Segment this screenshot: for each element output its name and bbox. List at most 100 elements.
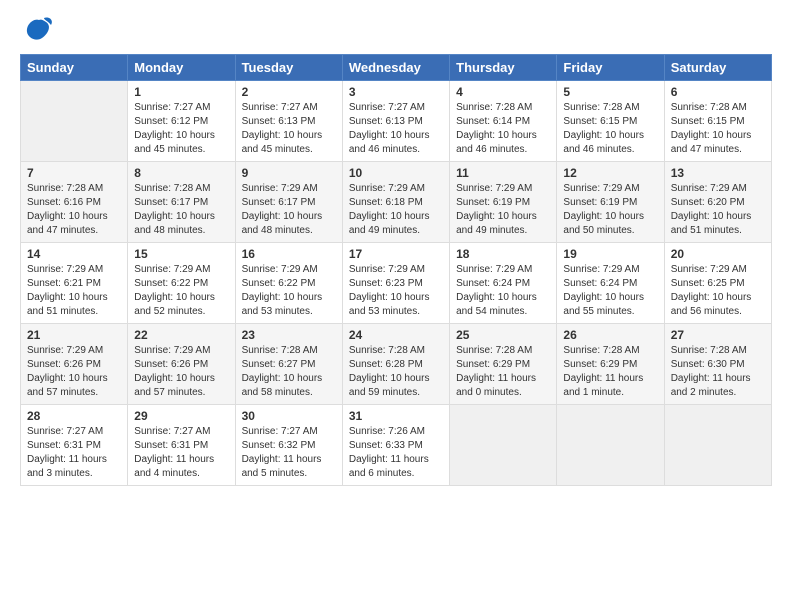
- day-info: Sunrise: 7:28 AM Sunset: 6:15 PM Dayligh…: [671, 101, 765, 157]
- calendar-day-cell: 15 Sunrise: 7:29 AM Sunset: 6:22 PM Dayli…: [128, 243, 235, 324]
- day-info: Sunrise: 7:27 AM Sunset: 6:32 PM Dayligh…: [242, 425, 336, 481]
- calendar-day-cell: 9 Sunrise: 7:29 AM Sunset: 6:17 PM Daylig…: [235, 162, 342, 243]
- calendar-day-cell: 20 Sunrise: 7:29 AM Sunset: 6:25 PM Dayli…: [664, 243, 771, 324]
- day-number: 12: [563, 166, 657, 180]
- day-info: Sunrise: 7:29 AM Sunset: 6:24 PM Dayligh…: [563, 263, 657, 319]
- day-number: 19: [563, 247, 657, 261]
- calendar-day-cell: 28 Sunrise: 7:27 AM Sunset: 6:31 PM Dayli…: [21, 405, 128, 486]
- calendar-day-cell: 7Sunrise: 7:28 AM Sunset: 6:16 PM Daylig…: [21, 162, 128, 243]
- day-number: 8: [134, 166, 228, 180]
- calendar-week-row: 21Sunrise: 7:29 AM Sunset: 6:26 PM Dayli…: [21, 324, 772, 405]
- day-number: 26: [563, 328, 657, 342]
- day-number: 17: [349, 247, 443, 261]
- day-info: Sunrise: 7:29 AM Sunset: 6:25 PM Dayligh…: [671, 263, 765, 319]
- weekday-header-monday: Monday: [128, 55, 235, 81]
- calendar-day-cell: 11 Sunrise: 7:29 AM Sunset: 6:19 PM Dayli…: [450, 162, 557, 243]
- day-info: Sunrise: 7:28 AM Sunset: 6:29 PM Dayligh…: [456, 344, 550, 400]
- day-number: 27: [671, 328, 765, 342]
- day-info: Sunrise: 7:28 AM Sunset: 6:30 PM Dayligh…: [671, 344, 765, 400]
- day-number: 22: [134, 328, 228, 342]
- day-number: 9: [242, 166, 336, 180]
- calendar-week-row: 7Sunrise: 7:28 AM Sunset: 6:16 PM Daylig…: [21, 162, 772, 243]
- calendar-day-cell: 13 Sunrise: 7:29 AM Sunset: 6:20 PM Dayli…: [664, 162, 771, 243]
- day-info: Sunrise: 7:27 AM Sunset: 6:12 PM Dayligh…: [134, 101, 228, 157]
- weekday-header-tuesday: Tuesday: [235, 55, 342, 81]
- calendar-day-cell: 1 Sunrise: 7:27 AM Sunset: 6:12 PM Daylig…: [128, 81, 235, 162]
- day-info: Sunrise: 7:29 AM Sunset: 6:19 PM Dayligh…: [563, 182, 657, 238]
- calendar-day-cell: 3 Sunrise: 7:27 AM Sunset: 6:13 PM Daylig…: [342, 81, 449, 162]
- day-info: Sunrise: 7:27 AM Sunset: 6:31 PM Dayligh…: [27, 425, 121, 481]
- calendar-day-cell: 6 Sunrise: 7:28 AM Sunset: 6:15 PM Daylig…: [664, 81, 771, 162]
- day-number: 14: [27, 247, 121, 261]
- header: [20, 16, 772, 44]
- calendar-day-cell: [21, 81, 128, 162]
- calendar-day-cell: 29Sunrise: 7:27 AM Sunset: 6:31 PM Dayli…: [128, 405, 235, 486]
- day-info: Sunrise: 7:29 AM Sunset: 6:17 PM Dayligh…: [242, 182, 336, 238]
- day-number: 1: [134, 85, 228, 99]
- calendar-day-cell: 4Sunrise: 7:28 AM Sunset: 6:14 PM Daylig…: [450, 81, 557, 162]
- day-info: Sunrise: 7:29 AM Sunset: 6:19 PM Dayligh…: [456, 182, 550, 238]
- day-info: Sunrise: 7:29 AM Sunset: 6:26 PM Dayligh…: [27, 344, 121, 400]
- calendar-day-cell: 8Sunrise: 7:28 AM Sunset: 6:17 PM Daylig…: [128, 162, 235, 243]
- day-number: 31: [349, 409, 443, 423]
- calendar-week-row: 14Sunrise: 7:29 AM Sunset: 6:21 PM Dayli…: [21, 243, 772, 324]
- day-info: Sunrise: 7:27 AM Sunset: 6:13 PM Dayligh…: [349, 101, 443, 157]
- day-number: 6: [671, 85, 765, 99]
- weekday-header-saturday: Saturday: [664, 55, 771, 81]
- calendar-week-row: 1 Sunrise: 7:27 AM Sunset: 6:12 PM Daylig…: [21, 81, 772, 162]
- calendar-day-cell: [664, 405, 771, 486]
- calendar-day-cell: 31Sunrise: 7:26 AM Sunset: 6:33 PM Dayli…: [342, 405, 449, 486]
- calendar-day-cell: 25 Sunrise: 7:28 AM Sunset: 6:29 PM Dayli…: [450, 324, 557, 405]
- calendar-day-cell: 30Sunrise: 7:27 AM Sunset: 6:32 PM Dayli…: [235, 405, 342, 486]
- day-number: 20: [671, 247, 765, 261]
- day-info: Sunrise: 7:29 AM Sunset: 6:22 PM Dayligh…: [242, 263, 336, 319]
- day-number: 3: [349, 85, 443, 99]
- calendar-day-cell: 24Sunrise: 7:28 AM Sunset: 6:28 PM Dayli…: [342, 324, 449, 405]
- day-info: Sunrise: 7:28 AM Sunset: 6:27 PM Dayligh…: [242, 344, 336, 400]
- calendar-day-cell: 18 Sunrise: 7:29 AM Sunset: 6:24 PM Dayli…: [450, 243, 557, 324]
- calendar-day-cell: 16Sunrise: 7:29 AM Sunset: 6:22 PM Dayli…: [235, 243, 342, 324]
- day-info: Sunrise: 7:29 AM Sunset: 6:23 PM Dayligh…: [349, 263, 443, 319]
- day-number: 28: [27, 409, 121, 423]
- day-number: 7: [27, 166, 121, 180]
- calendar-day-cell: 27 Sunrise: 7:28 AM Sunset: 6:30 PM Dayli…: [664, 324, 771, 405]
- calendar-day-cell: 23 Sunrise: 7:28 AM Sunset: 6:27 PM Dayli…: [235, 324, 342, 405]
- calendar-day-cell: 22 Sunrise: 7:29 AM Sunset: 6:26 PM Dayli…: [128, 324, 235, 405]
- day-info: Sunrise: 7:29 AM Sunset: 6:24 PM Dayligh…: [456, 263, 550, 319]
- calendar-day-cell: [557, 405, 664, 486]
- weekday-header-thursday: Thursday: [450, 55, 557, 81]
- calendar-day-cell: 5 Sunrise: 7:28 AM Sunset: 6:15 PM Daylig…: [557, 81, 664, 162]
- calendar-day-cell: [450, 405, 557, 486]
- day-number: 23: [242, 328, 336, 342]
- day-info: Sunrise: 7:29 AM Sunset: 6:26 PM Dayligh…: [134, 344, 228, 400]
- weekday-header-wednesday: Wednesday: [342, 55, 449, 81]
- day-number: 10: [349, 166, 443, 180]
- day-number: 15: [134, 247, 228, 261]
- day-number: 25: [456, 328, 550, 342]
- calendar-day-cell: 21Sunrise: 7:29 AM Sunset: 6:26 PM Dayli…: [21, 324, 128, 405]
- day-info: Sunrise: 7:27 AM Sunset: 6:13 PM Dayligh…: [242, 101, 336, 157]
- calendar-day-cell: 10 Sunrise: 7:29 AM Sunset: 6:18 PM Dayli…: [342, 162, 449, 243]
- day-info: Sunrise: 7:29 AM Sunset: 6:18 PM Dayligh…: [349, 182, 443, 238]
- day-info: Sunrise: 7:29 AM Sunset: 6:20 PM Dayligh…: [671, 182, 765, 238]
- logo: [20, 16, 54, 44]
- day-number: 29: [134, 409, 228, 423]
- day-number: 13: [671, 166, 765, 180]
- day-info: Sunrise: 7:28 AM Sunset: 6:28 PM Dayligh…: [349, 344, 443, 400]
- day-number: 18: [456, 247, 550, 261]
- day-number: 2: [242, 85, 336, 99]
- weekday-header-row: SundayMondayTuesdayWednesdayThursdayFrid…: [21, 55, 772, 81]
- weekday-header-friday: Friday: [557, 55, 664, 81]
- calendar-day-cell: 17 Sunrise: 7:29 AM Sunset: 6:23 PM Dayli…: [342, 243, 449, 324]
- calendar-table: SundayMondayTuesdayWednesdayThursdayFrid…: [20, 54, 772, 486]
- calendar-day-cell: 14Sunrise: 7:29 AM Sunset: 6:21 PM Dayli…: [21, 243, 128, 324]
- calendar-day-cell: 19 Sunrise: 7:29 AM Sunset: 6:24 PM Dayli…: [557, 243, 664, 324]
- calendar-day-cell: 2 Sunrise: 7:27 AM Sunset: 6:13 PM Daylig…: [235, 81, 342, 162]
- day-number: 5: [563, 85, 657, 99]
- day-info: Sunrise: 7:28 AM Sunset: 6:15 PM Dayligh…: [563, 101, 657, 157]
- day-info: Sunrise: 7:28 AM Sunset: 6:14 PM Dayligh…: [456, 101, 550, 157]
- calendar-day-cell: 26 Sunrise: 7:28 AM Sunset: 6:29 PM Dayli…: [557, 324, 664, 405]
- day-info: Sunrise: 7:29 AM Sunset: 6:22 PM Dayligh…: [134, 263, 228, 319]
- day-number: 11: [456, 166, 550, 180]
- day-info: Sunrise: 7:28 AM Sunset: 6:29 PM Dayligh…: [563, 344, 657, 400]
